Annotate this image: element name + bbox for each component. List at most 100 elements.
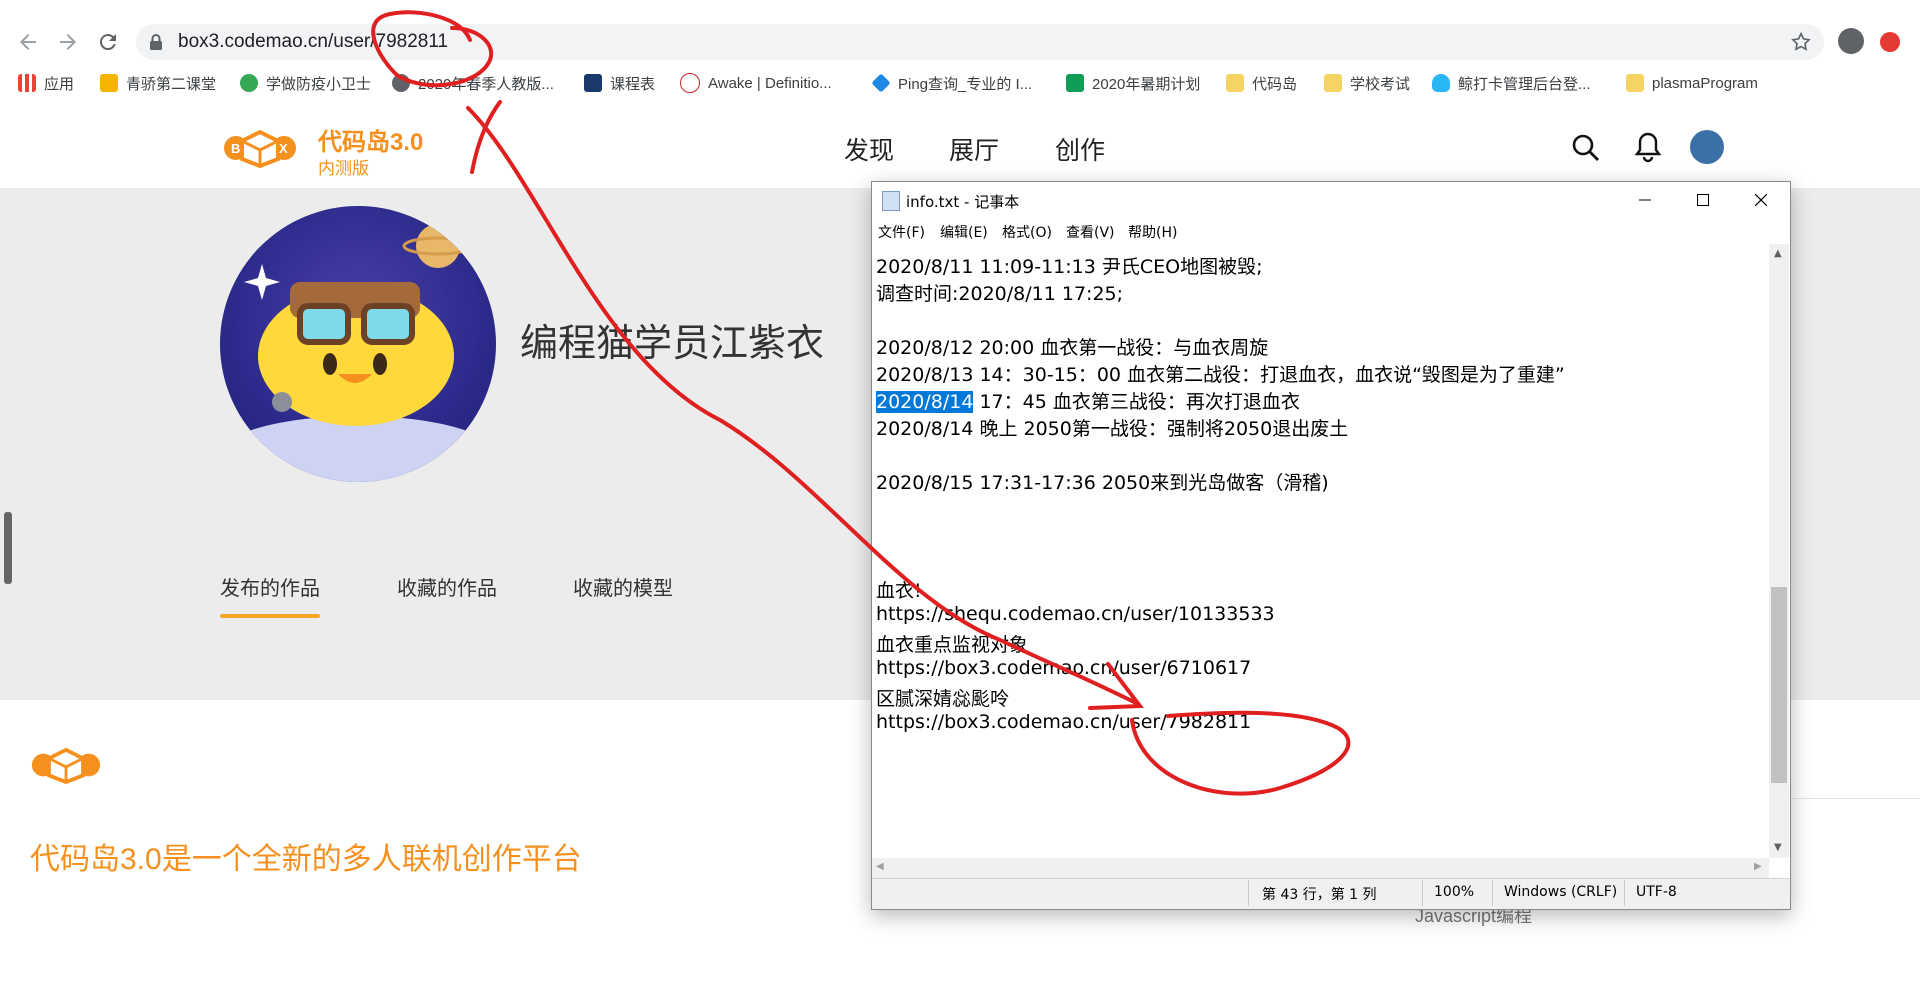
reload-icon[interactable] xyxy=(88,22,128,62)
bookmark-label: 代码岛 xyxy=(1252,75,1298,93)
bookmark-label: 2020年春季人教版... xyxy=(418,75,554,93)
profile-avatar xyxy=(220,206,496,482)
bookmark-ping[interactable]: Ping查询_专业的 I... xyxy=(871,70,1033,96)
scrollbar-thumb[interactable] xyxy=(1771,587,1787,783)
bookmark-label: Awake | Definitio... xyxy=(708,74,832,92)
side-scroll-grip[interactable] xyxy=(4,512,12,584)
minimize-icon[interactable] xyxy=(1616,182,1674,218)
tab-favorite-models[interactable]: 收藏的模型 xyxy=(573,572,673,601)
search-icon[interactable] xyxy=(1571,133,1601,167)
text-line: 调查时间:2020/8/11 17:25; xyxy=(876,283,1124,305)
text-line-rest: 17：45 血衣第三战役：再次打退血衣 xyxy=(973,391,1300,413)
notepad-title: info.txt - 记事本 xyxy=(906,193,1020,211)
bookmark-label: Ping查询_专业的 I... xyxy=(898,75,1033,93)
menu-format[interactable]: 格式(O) xyxy=(1002,222,1052,242)
svg-text:X: X xyxy=(279,141,288,156)
text-line: https://shequ.codemao.cn/user/10133533 xyxy=(876,603,1275,625)
text-line-selected: 2020/8/14 17：45 血衣第三战役：再次打退血衣 xyxy=(876,387,1300,414)
status-encoding: UTF-8 xyxy=(1636,884,1677,900)
trophy-icon xyxy=(100,74,118,92)
bookmark-label: 青骄第二课堂 xyxy=(126,75,217,93)
folder-icon xyxy=(1324,74,1342,92)
bookmark-label: 课程表 xyxy=(610,75,656,93)
footer-box-logo-icon xyxy=(30,746,102,788)
active-tab-indicator xyxy=(220,614,320,618)
whale-icon xyxy=(1432,74,1450,92)
sheets-icon xyxy=(1066,74,1084,92)
scroll-down-icon[interactable]: ▼ xyxy=(1774,842,1782,853)
menu-view[interactable]: 查看(V) xyxy=(1066,222,1115,242)
nav-gallery[interactable]: 展厅 xyxy=(949,131,999,167)
bookmark-qingjiao[interactable]: 青骄第二课堂 xyxy=(100,70,216,96)
bookmark-label: plasmaProgram xyxy=(1652,74,1758,92)
bookmark-awake[interactable]: Awake | Definitio... xyxy=(680,70,832,96)
bookmark-whale[interactable]: 鲸打卡管理后台登... xyxy=(1432,70,1591,96)
scroll-up-icon[interactable]: ▲ xyxy=(1774,248,1782,259)
divider xyxy=(1492,880,1493,906)
url-text[interactable]: box3.codemao.cn/user/7982811 xyxy=(178,31,448,53)
status-zoom: 100% xyxy=(1434,884,1475,900)
divider xyxy=(1422,880,1423,906)
bookmark-label: 2020年暑期计划 xyxy=(1092,75,1201,93)
bookmark-label: 学校考试 xyxy=(1350,75,1411,93)
text-line: 区腻深婧惢颩呤 xyxy=(876,688,1010,710)
profile-username: 编程猫学员江紫衣 xyxy=(520,323,825,365)
box-logo-icon[interactable]: B X xyxy=(222,128,298,172)
nav-create[interactable]: 创作 xyxy=(1055,131,1105,167)
text-line: 2020/8/13 14：30-15：00 血衣第二战役：打退血衣，血衣说“毁图… xyxy=(876,364,1565,386)
text-line: 2020/8/11 11:09-11:13 尹氏CEO地图被毁; xyxy=(876,256,1263,278)
notepad-icon xyxy=(882,191,900,211)
menu-edit[interactable]: 编辑(E) xyxy=(940,222,988,242)
bookmark-star-icon[interactable] xyxy=(1790,31,1812,57)
text-line: https://box3.codemao.cn/user/7982811 xyxy=(876,711,1252,733)
bookmark-plasma[interactable]: plasmaProgram xyxy=(1626,70,1758,96)
tab-favorite-works[interactable]: 收藏的作品 xyxy=(397,572,497,601)
horizontal-scrollbar[interactable] xyxy=(872,858,1769,878)
scroll-right-icon[interactable]: ▶ xyxy=(1754,861,1762,872)
diamond-icon xyxy=(871,73,891,93)
tab-published-works[interactable]: 发布的作品 xyxy=(220,572,320,601)
folder-icon xyxy=(1626,74,1644,92)
back-icon[interactable] xyxy=(8,22,48,62)
bookmark-label: 学做防疫小卫士 xyxy=(266,75,372,93)
menu-help[interactable]: 帮助(H) xyxy=(1128,222,1177,242)
account-icon[interactable] xyxy=(1838,28,1864,54)
nav-discover[interactable]: 发现 xyxy=(844,131,894,167)
bookmark-epidemic[interactable]: 学做防疫小卫士 xyxy=(240,70,371,96)
globe-icon xyxy=(392,74,410,92)
bookmark-schedule[interactable]: 课程表 xyxy=(584,70,655,96)
text-line: 2020/8/14 晚上 2050第一战役：强制将2050退出废土 xyxy=(876,418,1349,440)
divider xyxy=(1248,880,1249,906)
maximize-icon[interactable] xyxy=(1674,182,1732,218)
bell-icon[interactable] xyxy=(1634,131,1662,167)
bookmark-textbook[interactable]: 2020年春季人教版... xyxy=(392,70,554,96)
bookmark-summer-plan[interactable]: 2020年暑期计划 xyxy=(1066,70,1200,96)
mw-icon xyxy=(680,73,700,93)
menu-file[interactable]: 文件(F) xyxy=(878,222,925,242)
text-line: 2020/8/15 17:31-17:36 2050来到光岛做客（滑稽) xyxy=(876,472,1329,494)
status-cursor-position: 第 43 行，第 1 列 xyxy=(1262,887,1377,903)
text-line: 血衣! xyxy=(876,580,922,602)
close-icon[interactable] xyxy=(1732,182,1790,218)
divider xyxy=(1624,880,1625,906)
text-line: 血衣重点监视对象 xyxy=(876,634,1029,656)
bookmark-apps[interactable]: 应用 xyxy=(18,70,74,96)
apps-grid-icon xyxy=(18,74,36,92)
text-line: https://box3.codemao.cn/user/6710617 xyxy=(876,657,1252,679)
extension-icon[interactable] xyxy=(1880,32,1900,52)
folder-icon xyxy=(1226,74,1244,92)
svg-text:B: B xyxy=(231,141,240,156)
user-avatar-small[interactable] xyxy=(1690,130,1724,164)
forward-icon[interactable] xyxy=(48,22,88,62)
notepad-text-area[interactable]: 2020/8/11 11:09-11:13 尹氏CEO地图被毁; 调查时间:20… xyxy=(876,244,1768,840)
logo-subtitle: 内测版 xyxy=(318,159,369,178)
scroll-left-icon[interactable]: ◀ xyxy=(876,861,884,872)
logo-title[interactable]: 代码岛3.0 xyxy=(318,122,423,157)
notepad-window: info.txt - 记事本 文件(F) 编辑(E) 格式(O) 查看(V) 帮… xyxy=(871,181,1791,910)
footer-tagline: 代码岛3.0是一个全新的多人联机创作平台 xyxy=(30,843,582,876)
selection-highlight: 2020/8/14 xyxy=(876,391,974,413)
lock-icon[interactable] xyxy=(148,33,164,55)
bookmark-codemao[interactable]: 代码岛 xyxy=(1226,70,1297,96)
bookmark-exams[interactable]: 学校考试 xyxy=(1324,70,1410,96)
bookmark-label: 应用 xyxy=(44,75,75,93)
